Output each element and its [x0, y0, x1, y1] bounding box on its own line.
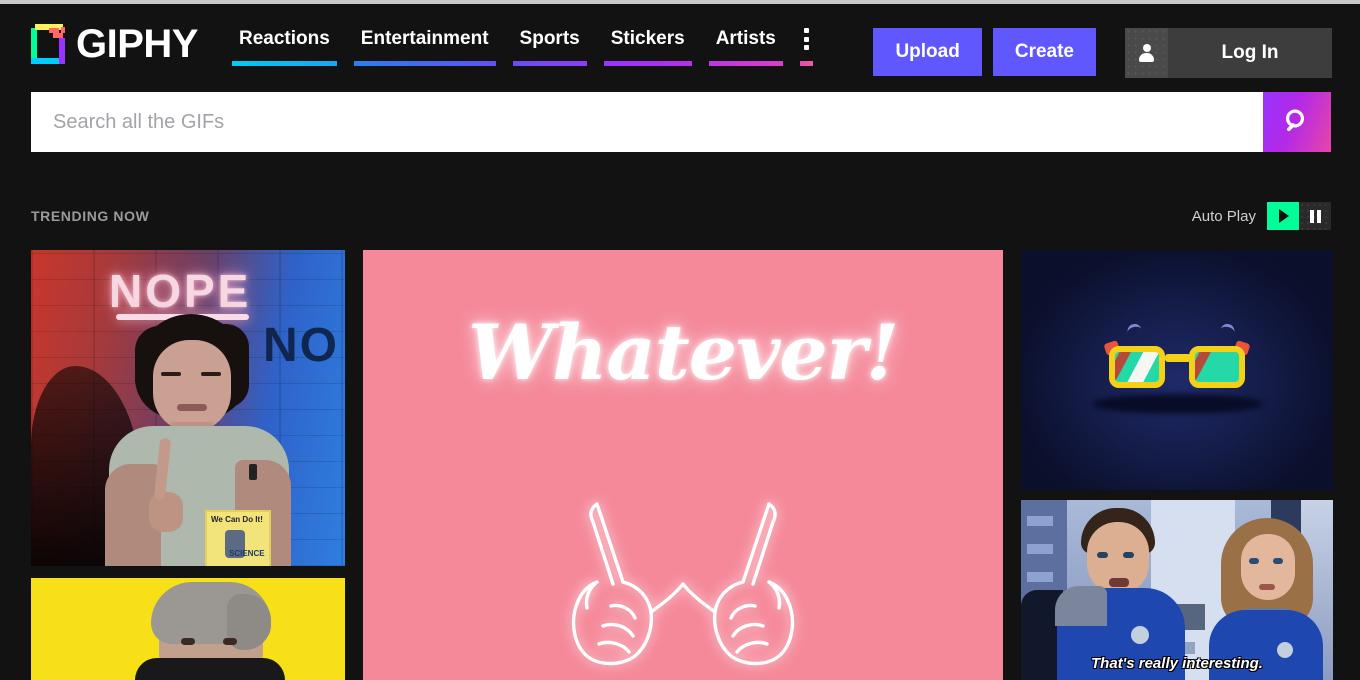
search-button[interactable] [1263, 92, 1331, 152]
hands-w-illustration [363, 486, 1003, 672]
trending-title: TRENDING NOW [31, 208, 150, 224]
nav-underline [353, 61, 496, 66]
giphy-wordmark: GIPHY [76, 22, 198, 66]
nav-item-more[interactable] [799, 28, 813, 76]
nav-underline [799, 61, 813, 66]
nav-label: Stickers [610, 28, 685, 49]
login-button[interactable]: Log In [1168, 28, 1332, 78]
gif-overlay-text: NOPE [109, 265, 252, 317]
autoplay-label: Auto Play [1191, 207, 1256, 225]
nav-item-sports[interactable]: Sports [512, 28, 587, 76]
nav-label: Reactions [238, 28, 330, 49]
giphy-logo[interactable]: GIPHY [31, 16, 198, 72]
main-nav: Reactions Entertainment Sports Stickers … [231, 28, 813, 80]
upload-button[interactable]: Upload [873, 28, 982, 76]
nav-underline [603, 61, 692, 66]
nav-label: Artists [715, 28, 776, 49]
more-vertical-icon [803, 28, 809, 50]
autoplay-pause-button[interactable] [1299, 202, 1331, 230]
nav-underline [231, 61, 337, 66]
gif-tile-yellow-portrait[interactable] [31, 578, 345, 680]
sunglasses-illustration [1103, 340, 1251, 394]
nav-item-entertainment[interactable]: Entertainment [353, 28, 496, 76]
create-button[interactable]: Create [992, 28, 1096, 76]
user-avatar-icon[interactable] [1125, 28, 1168, 78]
play-icon [1279, 209, 1289, 223]
autoplay-play-button[interactable] [1267, 202, 1299, 230]
nope-person-figure: We Can Do It! SCIENCE [105, 314, 291, 566]
gif-tile-orville[interactable]: That's really interesting. [1021, 500, 1333, 680]
gif-tile-nope[interactable]: NOPE NO We Can Do It! SCIENCE [31, 250, 345, 566]
nav-item-stickers[interactable]: Stickers [603, 28, 692, 76]
site-header: GIPHY Reactions Entertainment Sports Sti… [0, 4, 1360, 88]
nav-item-reactions[interactable]: Reactions [231, 28, 337, 76]
gif-caption: That's really interesting. [1091, 655, 1263, 672]
gif-tile-whatever[interactable]: Whatever! [363, 250, 1003, 680]
header-actions: Upload Create Log In [873, 28, 1332, 78]
giphy-logo-icon [31, 24, 65, 64]
trending-row: TRENDING NOW Auto Play [31, 200, 1331, 232]
nav-item-artists[interactable]: Artists [708, 28, 783, 76]
shirt-text-bottom: SCIENCE [229, 549, 265, 558]
nav-label: Entertainment [360, 28, 489, 49]
nav-underline [512, 61, 587, 66]
shirt-text-top: We Can Do It! [211, 515, 263, 524]
giphy-homepage: GIPHY Reactions Entertainment Sports Sti… [0, 0, 1360, 680]
login-group[interactable]: Log In [1125, 28, 1332, 78]
search-icon [1285, 109, 1305, 132]
trending-gif-grid: NOPE NO We Can Do It! SCIENCE Whatever! … [31, 250, 1333, 680]
nav-underline [708, 61, 783, 66]
pause-icon [1309, 209, 1321, 223]
search-input[interactable] [31, 92, 1263, 152]
autoplay-controls: Auto Play [1192, 202, 1331, 230]
nav-label: Sports [519, 28, 580, 49]
gif-overlay-text: Whatever! [467, 308, 899, 397]
gif-tile-sunglasses[interactable] [1021, 250, 1333, 490]
search-bar [31, 92, 1331, 152]
